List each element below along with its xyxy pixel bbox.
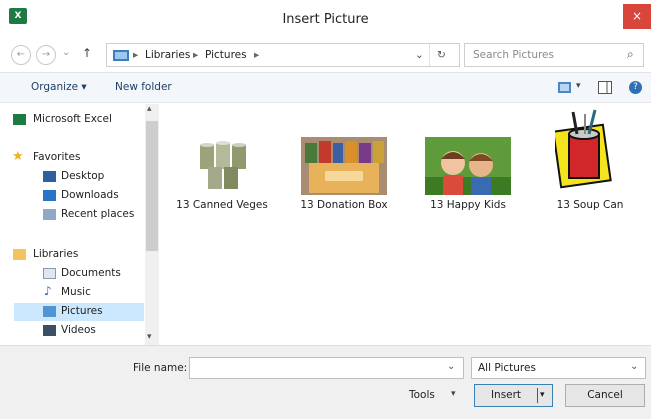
divider xyxy=(537,388,538,403)
tools-dropdown[interactable]: ▾ xyxy=(451,389,456,399)
help-icon[interactable]: ? xyxy=(629,81,642,94)
change-view-icon[interactable] xyxy=(558,82,571,93)
new-folder-button[interactable]: New folder xyxy=(115,81,172,93)
file-list: 13 Canned Veges 13 Donation Box 13 Happy… xyxy=(160,104,651,345)
downloads-icon xyxy=(43,190,56,201)
sidebar-item-label: Favorites xyxy=(33,151,81,163)
organize-menu[interactable]: Organize ▾ xyxy=(31,81,87,93)
breadcrumb-separator: ▸ xyxy=(254,49,260,61)
file-type-value: All Pictures xyxy=(478,362,536,374)
file-name-label: File name: xyxy=(133,362,188,374)
up-button[interactable]: ↑ xyxy=(82,46,92,60)
file-type-dropdown[interactable]: ⌄ xyxy=(630,361,638,372)
file-name-dropdown[interactable]: ⌄ xyxy=(447,361,455,372)
search-icon[interactable]: ⌕ xyxy=(627,47,634,62)
file-type-select[interactable]: All Pictures ⌄ xyxy=(471,357,646,379)
videos-icon xyxy=(43,325,56,336)
sidebar-item-recent-places[interactable]: Recent places xyxy=(0,207,145,223)
breadcrumb-separator: ▸ xyxy=(133,49,139,61)
sidebar-item-pictures[interactable]: Pictures xyxy=(0,304,145,320)
scroll-up-arrow[interactable]: ▴ xyxy=(147,104,152,114)
file-item-soup-can[interactable]: 13 Soup Can xyxy=(532,104,651,219)
sidebar-item-label: Libraries xyxy=(33,248,79,260)
navigation-bar: ← → ⌄ ↑ ▸ Libraries ▸ Pictures ▸ ⌄ ↻ Sea… xyxy=(0,37,651,73)
sidebar-item-libraries[interactable]: Libraries xyxy=(0,247,145,263)
refresh-icon[interactable]: ↻ xyxy=(437,49,446,61)
window-title: Insert Picture xyxy=(282,12,369,27)
sidebar-item-label: Microsoft Excel xyxy=(33,113,112,125)
search-box[interactable]: Search Pictures ⌕ xyxy=(464,43,644,67)
pictures-icon xyxy=(43,306,56,317)
forward-button[interactable]: → xyxy=(36,45,56,65)
library-icon xyxy=(113,50,129,61)
preview-pane-icon[interactable] xyxy=(598,81,612,94)
sidebar-item-desktop[interactable]: Desktop xyxy=(0,169,145,185)
history-dropdown[interactable]: ⌄ xyxy=(62,47,70,58)
sidebar-item-videos[interactable]: Videos xyxy=(0,323,145,339)
file-item-label: 13 Donation Box xyxy=(300,199,388,211)
navigation-pane: Microsoft Excel ★ Favorites Desktop Down… xyxy=(0,104,145,345)
libraries-icon xyxy=(13,249,26,260)
insert-button[interactable]: Insert ▾ xyxy=(474,384,553,407)
dialog-footer: File name: ⌄ All Pictures ⌄ Tools ▾ Inse… xyxy=(0,345,651,419)
soup-can-thumbnail xyxy=(555,109,612,189)
donation-box-thumbnail xyxy=(301,137,387,195)
command-toolbar: Organize ▾ New folder ▾ ? xyxy=(0,73,651,103)
breadcrumb-pictures[interactable]: Pictures xyxy=(205,49,247,61)
close-button[interactable]: × xyxy=(623,4,651,29)
view-dropdown[interactable]: ▾ xyxy=(576,81,581,91)
scroll-thumb[interactable] xyxy=(146,121,158,251)
file-item-happy-kids[interactable]: 13 Happy Kids xyxy=(408,134,532,219)
file-item-label: 13 Canned Veges xyxy=(176,199,268,211)
sidebar-item-microsoft-excel[interactable]: Microsoft Excel xyxy=(0,112,145,128)
address-dropdown[interactable]: ⌄ xyxy=(415,49,424,61)
search-input[interactable]: Search Pictures xyxy=(473,49,554,61)
sidebar-item-label: Pictures xyxy=(61,305,103,317)
sidebar-item-label: Documents xyxy=(61,267,121,279)
canned-veges-thumbnail xyxy=(180,137,264,195)
cancel-button[interactable]: Cancel xyxy=(565,384,645,407)
file-item-canned-veges[interactable]: 13 Canned Veges xyxy=(160,134,284,219)
happy-kids-thumbnail xyxy=(425,137,511,195)
sidebar-item-documents[interactable]: Documents xyxy=(0,266,145,282)
sidebar-item-label: Videos xyxy=(61,324,96,336)
file-item-label: 13 Soup Can xyxy=(556,199,624,211)
sidebar-item-downloads[interactable]: Downloads xyxy=(0,188,145,204)
excel-icon xyxy=(13,114,26,125)
title-bar: X Insert Picture × xyxy=(0,0,651,37)
star-icon: ★ xyxy=(12,149,24,164)
scroll-down-arrow[interactable]: ▾ xyxy=(147,332,152,342)
divider xyxy=(429,44,430,66)
breadcrumb-libraries[interactable]: Libraries xyxy=(145,49,190,61)
breadcrumb-separator: ▸ xyxy=(193,49,199,61)
insert-label: Insert xyxy=(490,389,522,401)
recent-places-icon xyxy=(43,209,56,220)
tools-menu[interactable]: Tools xyxy=(409,389,435,401)
desktop-icon xyxy=(43,171,56,182)
sidebar-item-label: Recent places xyxy=(61,208,135,220)
file-item-donation-box[interactable]: 13 Donation Box xyxy=(284,134,408,219)
music-icon: ♪ xyxy=(44,284,52,298)
sidebar-item-music[interactable]: ♪ Music xyxy=(0,284,145,301)
address-bar[interactable]: ▸ Libraries ▸ Pictures ▸ ⌄ ↻ xyxy=(106,43,460,67)
sidebar-item-label: Music xyxy=(61,286,91,298)
documents-icon xyxy=(43,268,56,279)
file-item-label: 13 Happy Kids xyxy=(430,199,506,211)
sidebar-item-label: Downloads xyxy=(61,189,119,201)
sidebar-item-label: Desktop xyxy=(61,170,105,182)
file-name-field[interactable]: ⌄ xyxy=(189,357,464,379)
back-button[interactable]: ← xyxy=(11,45,31,65)
sidebar-item-favorites[interactable]: ★ Favorites xyxy=(0,149,145,166)
insert-split-dropdown[interactable]: ▾ xyxy=(540,385,545,406)
